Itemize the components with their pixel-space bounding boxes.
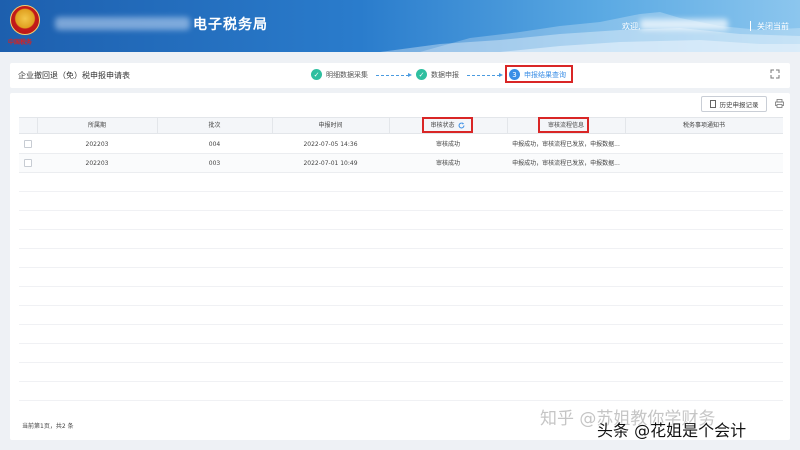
table-row[interactable]: 202203 003 2022-07-01 10:49 审核成功 申报成功，审核… — [19, 154, 783, 173]
page-title: 企业撤回退（免）税申报申请表 — [18, 71, 130, 80]
emblem-caption: 中国税务 — [8, 39, 33, 46]
column-divider — [625, 117, 626, 134]
step-1: ✓ 明细数据采集 — [311, 69, 368, 80]
site-header: 中国税务 电子税务局 欢迎, 关闭当前 — [0, 0, 800, 52]
cell-period: 202203 — [85, 160, 109, 167]
document-icon — [709, 100, 716, 108]
arrow-right-icon — [499, 72, 503, 77]
column-divider — [389, 117, 390, 134]
cell-audit-status: 审核成功 — [435, 160, 460, 167]
welcome-text: 欢迎, — [622, 22, 641, 31]
check-icon: ✓ — [416, 69, 427, 80]
header-divider — [750, 21, 751, 31]
check-icon: ✓ — [311, 69, 322, 80]
highlight-box-step — [505, 65, 573, 83]
empty-table-row — [19, 344, 783, 363]
step-2-label: 数据申报 — [431, 70, 459, 79]
cell-tax-notice — [625, 154, 783, 173]
highlight-box-audit-flow — [538, 117, 589, 133]
cell-audit-status: 审核成功 — [435, 141, 460, 148]
site-title: 电子税务局 — [193, 17, 268, 33]
cell-submit-time: 2022-07-05 14:36 — [303, 141, 358, 148]
empty-table-row — [19, 325, 783, 344]
header-batch: 批次 — [208, 122, 221, 129]
row-checkbox[interactable] — [24, 159, 32, 167]
empty-table-row — [19, 382, 783, 401]
empty-table-row — [19, 192, 783, 211]
pagination-info: 当前第1页，共2 条 — [22, 423, 74, 430]
header-submit-time: 申报时间 — [318, 122, 343, 129]
cell-audit-flow[interactable]: 申报成功，审核流程已发放，申报数据... — [507, 135, 625, 154]
empty-table-row — [19, 230, 783, 249]
empty-table-row — [19, 268, 783, 287]
table-header: 所属期 批次 申报时间 审核状态 审核流程信息 税务事项通知书 — [19, 117, 783, 134]
cell-tax-notice — [625, 135, 783, 154]
column-divider — [157, 117, 158, 134]
close-page-link[interactable]: 关闭当前 — [757, 21, 789, 32]
history-records-button[interactable]: 历史申报记录 — [701, 96, 767, 112]
step-2: ✓ 数据申报 — [416, 69, 459, 80]
header-period: 所属期 — [87, 122, 106, 129]
column-divider — [507, 117, 508, 134]
empty-table-row — [19, 211, 783, 230]
cell-submit-time: 2022-07-01 10:49 — [303, 160, 358, 167]
header-select-cell — [19, 118, 37, 133]
national-emblem-icon — [10, 5, 40, 35]
highlight-box-audit-status — [422, 117, 473, 133]
column-divider — [37, 117, 38, 134]
empty-table-row — [19, 173, 783, 192]
empty-table-row — [19, 287, 783, 306]
empty-table-row — [19, 306, 783, 325]
step-connector — [467, 75, 500, 76]
column-divider — [272, 117, 273, 134]
print-icon[interactable] — [775, 99, 784, 108]
cell-audit-flow[interactable]: 申报成功，审核流程已发放，申报数据... — [507, 154, 625, 173]
empty-table-row — [19, 249, 783, 268]
table-row[interactable]: 202203 004 2022-07-05 14:36 审核成功 申报成功，审核… — [19, 135, 783, 154]
cell-period: 202203 — [85, 141, 109, 148]
row-checkbox[interactable] — [24, 140, 32, 148]
history-button-label: 历史申报记录 — [719, 101, 759, 109]
header-tax-notice: 税务事项通知书 — [682, 122, 725, 129]
empty-table-row — [19, 363, 783, 382]
arrow-right-icon — [408, 72, 412, 77]
cell-batch: 004 — [208, 141, 221, 148]
toutiao-watermark: 头条 @花姐是个会计 — [597, 421, 747, 440]
blurred-user-name — [640, 19, 728, 30]
step-connector — [376, 75, 409, 76]
blurred-province-name — [55, 17, 190, 30]
expand-icon[interactable] — [770, 69, 780, 79]
step-1-label: 明细数据采集 — [326, 70, 368, 79]
cell-batch: 003 — [208, 160, 221, 167]
